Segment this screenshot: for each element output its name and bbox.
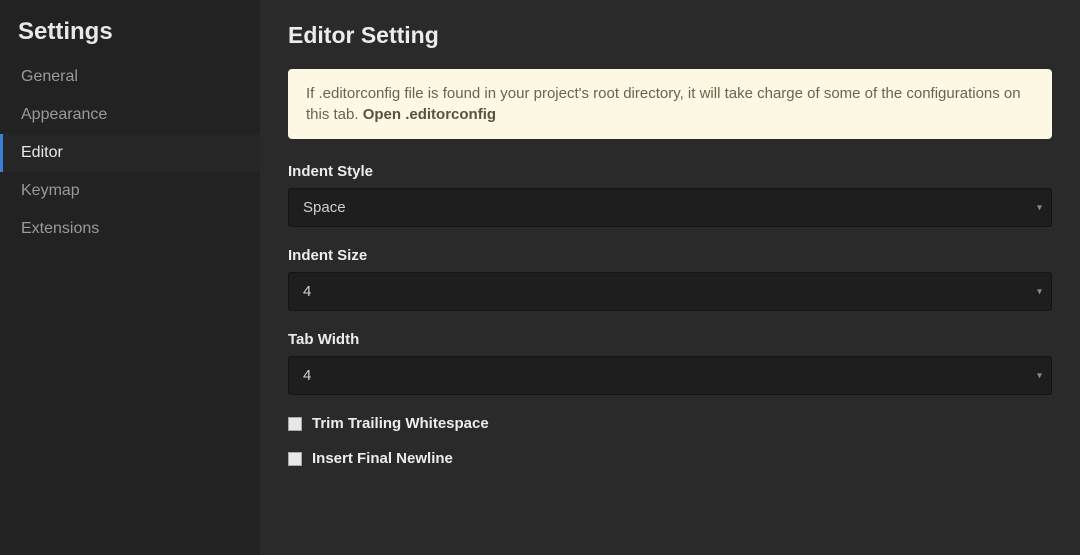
trim-trailing-label[interactable]: Trim Trailing Whitespace <box>312 415 489 432</box>
sidebar-title: Settings <box>0 18 260 58</box>
tab-width-field: Tab Width 4 ▾ <box>288 331 1052 395</box>
trim-trailing-checkbox[interactable] <box>288 417 302 431</box>
indent-size-select[interactable]: 4 <box>288 272 1052 311</box>
tab-width-select[interactable]: 4 <box>288 356 1052 395</box>
indent-size-label: Indent Size <box>288 247 1052 264</box>
sidebar-item-general[interactable]: General <box>0 58 260 96</box>
insert-newline-checkbox[interactable] <box>288 452 302 466</box>
sidebar-item-extensions[interactable]: Extensions <box>0 210 260 248</box>
settings-sidebar: Settings General Appearance Editor Keyma… <box>0 0 260 555</box>
indent-style-label: Indent Style <box>288 163 1052 180</box>
insert-newline-row: Insert Final Newline <box>288 450 1052 467</box>
trim-trailing-row: Trim Trailing Whitespace <box>288 415 1052 432</box>
open-editorconfig-link[interactable]: Open .editorconfig <box>363 106 496 123</box>
sidebar-item-appearance[interactable]: Appearance <box>0 96 260 134</box>
main-panel: Editor Setting If .editorconfig file is … <box>260 0 1080 555</box>
sidebar-item-keymap[interactable]: Keymap <box>0 172 260 210</box>
editorconfig-notice: If .editorconfig file is found in your p… <box>288 69 1052 139</box>
page-title: Editor Setting <box>288 22 1052 49</box>
insert-newline-label[interactable]: Insert Final Newline <box>312 450 453 467</box>
indent-size-field: Indent Size 4 ▾ <box>288 247 1052 311</box>
sidebar-item-editor[interactable]: Editor <box>0 134 260 172</box>
tab-width-label: Tab Width <box>288 331 1052 348</box>
indent-style-select[interactable]: Space <box>288 188 1052 227</box>
indent-style-field: Indent Style Space ▾ <box>288 163 1052 227</box>
